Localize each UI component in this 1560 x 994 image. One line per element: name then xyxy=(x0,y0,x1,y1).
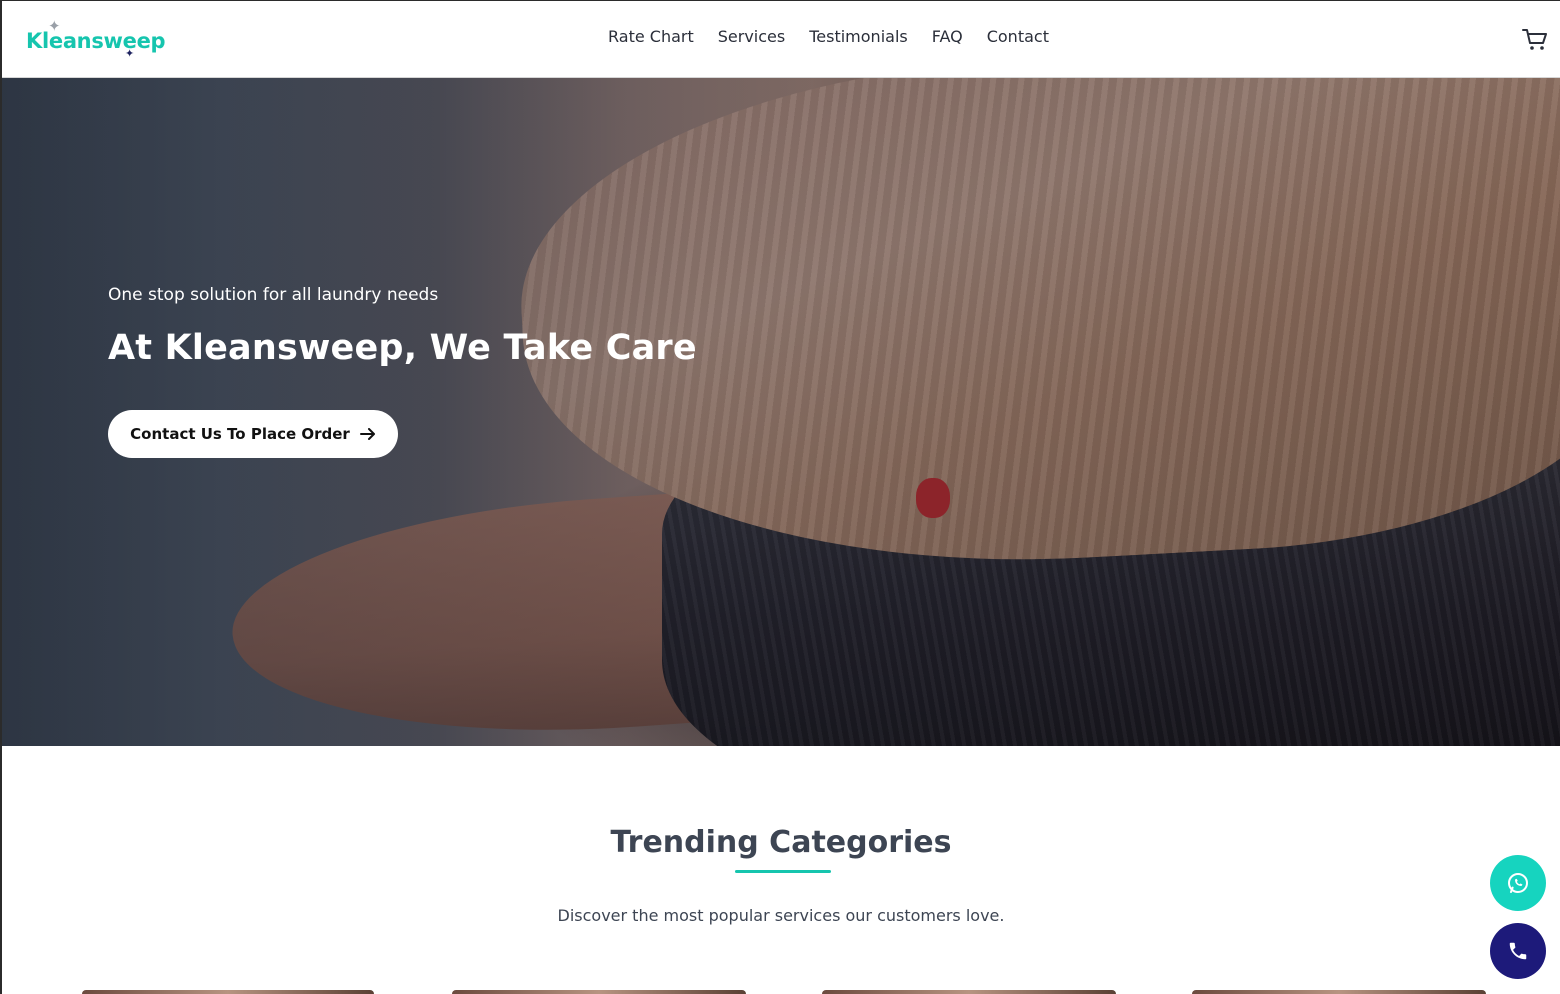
nav-item-services[interactable]: Services xyxy=(718,27,785,46)
trending-title: Trending Categories xyxy=(610,825,952,860)
nav-item-faq[interactable]: FAQ xyxy=(932,27,963,46)
whatsapp-icon xyxy=(1508,873,1528,893)
phone-icon xyxy=(1509,942,1527,960)
nav-item-contact[interactable]: Contact xyxy=(987,27,1049,46)
page: ✦ Kleansweep ✦ Rate Chart Services Testi… xyxy=(0,0,1560,994)
arrow-right-icon xyxy=(359,428,375,440)
hero-banner: One stop solution for all laundry needs … xyxy=(2,78,1560,746)
category-card[interactable] xyxy=(452,990,746,994)
site-header: ✦ Kleansweep ✦ Rate Chart Services Testi… xyxy=(2,1,1560,78)
sparkle-icon: ✦ xyxy=(125,48,135,60)
title-underline xyxy=(735,870,831,873)
nav-item-testimonials[interactable]: Testimonials xyxy=(809,27,908,46)
cart-icon[interactable] xyxy=(1522,28,1548,52)
contact-order-button[interactable]: Contact Us To Place Order xyxy=(108,410,398,458)
logo-text: Kleansweep xyxy=(26,29,166,53)
hero-subtitle: One stop solution for all laundry needs xyxy=(108,285,439,305)
main-nav: Rate Chart Services Testimonials FAQ Con… xyxy=(608,27,1073,46)
logo[interactable]: ✦ Kleansweep ✦ xyxy=(26,18,166,61)
category-card[interactable] xyxy=(822,990,1116,994)
whatsapp-button[interactable] xyxy=(1490,855,1546,911)
contact-order-label: Contact Us To Place Order xyxy=(130,425,350,443)
hero-title: At Kleansweep, We Take Care xyxy=(108,328,697,368)
trending-subtitle: Discover the most popular services our c… xyxy=(557,906,1005,925)
category-card[interactable] xyxy=(82,990,374,994)
phone-button[interactable] xyxy=(1490,923,1546,979)
category-card[interactable] xyxy=(1192,990,1486,994)
nav-item-rate-chart[interactable]: Rate Chart xyxy=(608,27,694,46)
